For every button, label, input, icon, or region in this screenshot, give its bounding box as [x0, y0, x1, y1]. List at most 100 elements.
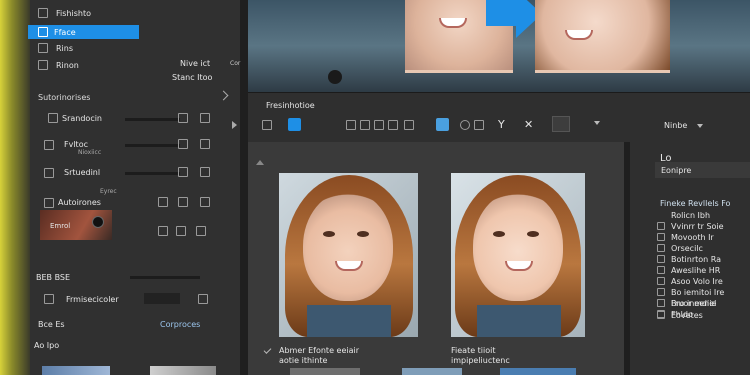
right-panel-title: Eonipre: [661, 166, 692, 175]
list-item-3[interactable]: Movooth Ir: [655, 232, 750, 242]
row-3[interactable]: Srtuedinl: [40, 164, 220, 182]
bottom-row-label: Frmisecicoler: [66, 295, 119, 304]
tool-4-icon[interactable]: [360, 120, 370, 130]
list-item-2[interactable]: Vvinrr tr Soie: [655, 221, 750, 231]
row-4-btn-c[interactable]: [200, 197, 210, 207]
list-item-11-label: Bro ineenel: [671, 299, 717, 308]
flip-button[interactable]: [552, 116, 570, 132]
caption-right-1: Fieate tiioit: [451, 346, 496, 355]
bottom-section-slider[interactable]: [130, 276, 200, 279]
footer-2: Ao Ipo: [34, 341, 60, 350]
tool-2-icon[interactable]: [288, 118, 301, 131]
toolbar-title: Fresinhotioe: [266, 101, 315, 110]
row-4-btn-b[interactable]: [178, 197, 188, 207]
row-1-btn-b[interactable]: [200, 113, 210, 123]
bottom-row[interactable]: Frmisecicoler: [40, 292, 220, 306]
row-1-icon: [48, 113, 58, 123]
row-2-label: Fvltoc: [64, 140, 88, 149]
bottom-thumb-2[interactable]: [150, 366, 216, 375]
image-icon: [38, 8, 48, 18]
crop-icon[interactable]: ✕: [524, 118, 533, 131]
straighten-icon[interactable]: Y: [498, 118, 505, 131]
right-label-2: Stanc Itoo: [172, 73, 213, 82]
list-item-6-label: Aweslihe HR: [671, 266, 721, 275]
tool-8-icon[interactable]: [436, 118, 449, 131]
row-2-track[interactable]: [125, 144, 180, 147]
list-item-2-label: Vvinrr tr Soie: [671, 222, 724, 231]
chevron-down-icon[interactable]: [594, 121, 600, 125]
row-1[interactable]: Srandocin: [40, 110, 220, 128]
tool-10-icon[interactable]: [474, 120, 484, 130]
inset-thumbnail[interactable]: Emrol: [40, 210, 112, 240]
collapse-icon[interactable]: [232, 121, 237, 129]
banner-photo-right[interactable]: [535, 0, 670, 73]
list-item-12-icon: [657, 311, 665, 319]
banner-face-right: [535, 0, 670, 70]
bottom-thumb-1[interactable]: [42, 366, 110, 375]
left-item-1-label: Fishishto: [56, 9, 91, 18]
row-3-btn-b[interactable]: [200, 167, 210, 177]
left-item-3[interactable]: Rins: [30, 42, 150, 54]
toolbar-icons: Y ✕: [262, 116, 600, 132]
section-title: Sutorinorises: [38, 93, 91, 102]
bottom-row-field[interactable]: [144, 293, 180, 304]
list-item-7-label: Asoo Volo Ire: [671, 277, 723, 286]
after-photo[interactable]: [451, 173, 585, 337]
caption-left-1: Abmer Efonte eeiair: [279, 346, 360, 355]
list-item-8[interactable]: Bo iemitoi Ire: [655, 287, 750, 297]
row-1-label: Srandocin: [62, 114, 103, 123]
left-item-4[interactable]: Rinon: [30, 58, 150, 72]
left-item-1[interactable]: Fishishto: [30, 6, 150, 20]
before-photo[interactable]: [279, 173, 418, 337]
row-4-label: Autoirones: [58, 198, 101, 207]
tool-5-icon[interactable]: [374, 120, 384, 130]
row-4-icon: [44, 198, 54, 208]
row-3-btn-a[interactable]: [178, 167, 188, 177]
tool-7-icon[interactable]: [404, 120, 414, 130]
row-5-btn-a[interactable]: [158, 226, 168, 236]
right-panel-heading: Fineke Revllels Fo: [660, 199, 731, 208]
list-item-1[interactable]: Rolicn Ibh: [655, 210, 750, 220]
row-2-btn-a[interactable]: [178, 139, 188, 149]
footer-right[interactable]: Corproces: [160, 320, 200, 329]
left-item-3-label: Rins: [56, 44, 74, 53]
list-item-5[interactable]: Botinrton Ra: [655, 254, 750, 264]
left-item-2-selected[interactable]: Fface: [28, 25, 139, 39]
left-panel-bg: [0, 0, 240, 375]
bulb-icon: [92, 216, 104, 228]
inset-label: Emrol: [50, 222, 71, 230]
tool-6-icon[interactable]: [388, 120, 398, 130]
left-item-4-label: Rinon: [56, 61, 79, 70]
list-item-6[interactable]: Aweslihe HR: [655, 265, 750, 275]
right-panel-title-bar[interactable]: Eonipre: [655, 162, 750, 178]
top-right-tiny: Cor: [230, 60, 241, 67]
zoom-dropdown-icon[interactable]: [697, 124, 703, 128]
row-1-btn-a[interactable]: [178, 113, 188, 123]
sub-label-1: Nioxiicc: [78, 149, 102, 156]
row-5-btn-b[interactable]: [176, 226, 186, 236]
list-item-6-icon: [657, 266, 665, 274]
sub-label-2: Eyrec: [100, 188, 117, 195]
list-item-8-icon: [657, 288, 665, 296]
rotate-icon[interactable]: [460, 120, 470, 130]
row-4-btn-a[interactable]: [158, 197, 168, 207]
row-1-track[interactable]: [125, 118, 180, 121]
canvas-corner-icon[interactable]: [256, 160, 264, 165]
zoom-label[interactable]: Ninbe: [664, 121, 687, 130]
row-3-label: Srtuedinl: [64, 168, 101, 177]
row-2[interactable]: Fvltoc Nioxiicc: [40, 136, 220, 156]
list-item-4-label: Orsecilc: [671, 244, 703, 253]
row-2-btn-b[interactable]: [200, 139, 210, 149]
list-item-7[interactable]: Asoo Volo Ire: [655, 276, 750, 286]
tool-3-icon[interactable]: [346, 120, 356, 130]
list-item-11b[interactable]: Bro ineenel: [655, 298, 750, 308]
tool-1-icon[interactable]: [262, 120, 272, 130]
row-3-icon: [44, 168, 54, 178]
list-item-3-label: Movooth Ir: [671, 233, 714, 242]
list-item-4[interactable]: Orsecilc: [655, 243, 750, 253]
row-5-btn-c[interactable]: [196, 226, 206, 236]
list-item-7-icon: [657, 277, 665, 285]
row-3-track[interactable]: [125, 172, 180, 175]
list-item-12[interactable]: Eovetes: [655, 310, 750, 320]
bottom-row-btn[interactable]: [198, 294, 208, 304]
